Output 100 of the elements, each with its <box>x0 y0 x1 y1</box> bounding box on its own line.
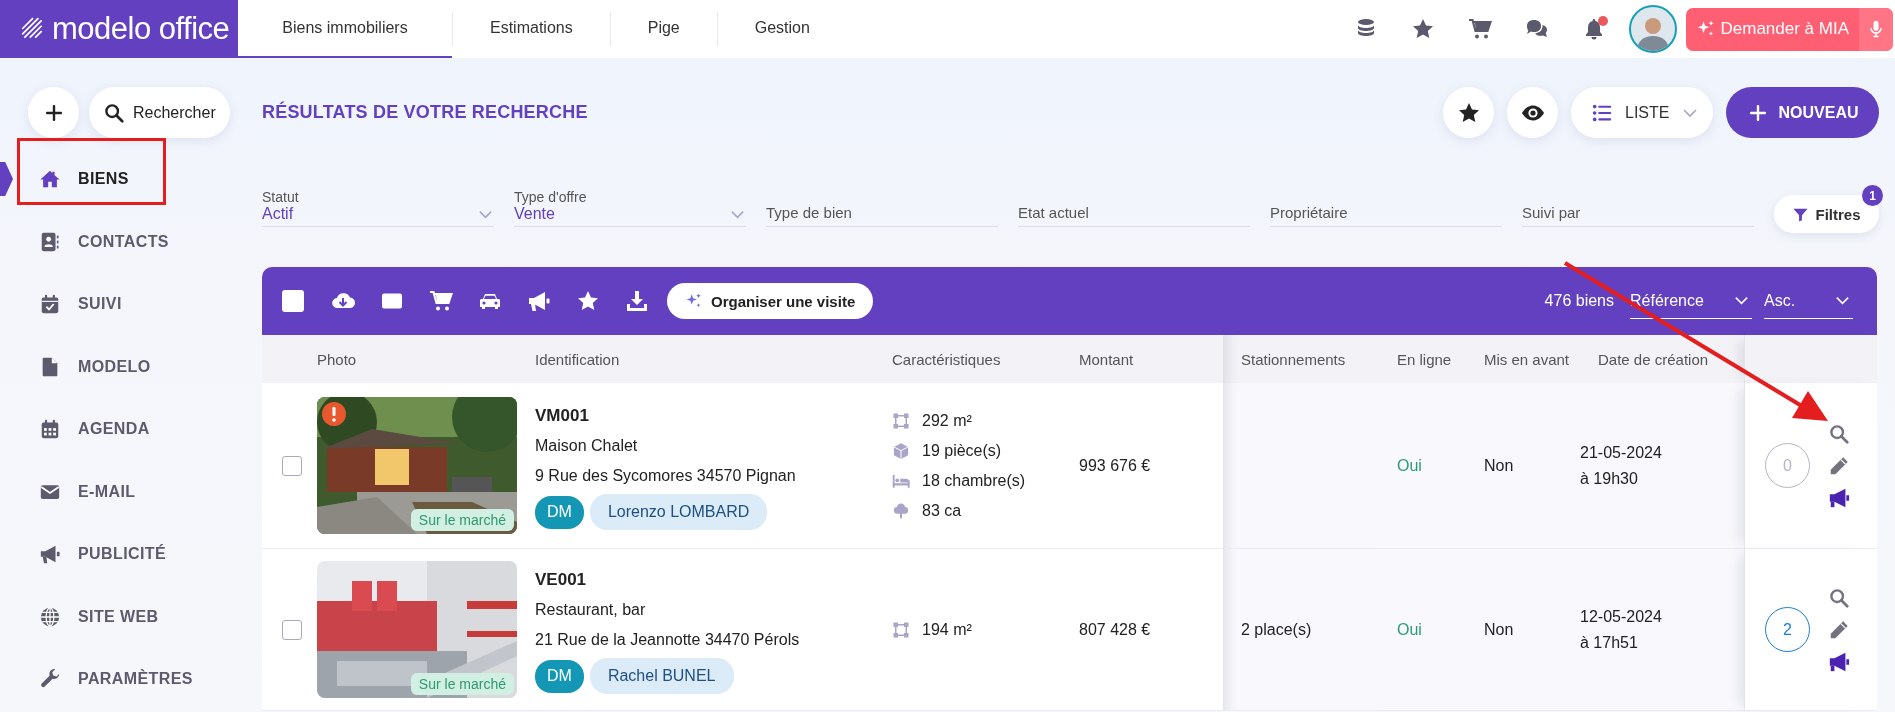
table-cell: Oui <box>1379 383 1466 549</box>
notification-dot <box>1597 16 1608 26</box>
sidebar-item[interactable]: SITE WEB <box>0 585 262 648</box>
sidebar-item[interactable]: CONTACTS <box>0 210 262 273</box>
advertise-button[interactable] <box>1828 486 1850 509</box>
property-type: Restaurant, bar <box>535 599 646 620</box>
schedule-visit-button[interactable]: Organiser une visite <box>667 283 874 319</box>
sidebar-item[interactable]: SUIVI <box>0 273 262 336</box>
creation-time: à 19h30 <box>1580 468 1638 489</box>
search-icon <box>1828 422 1850 445</box>
nav-tab[interactable]: Pige <box>610 0 717 58</box>
property-type: Maison Chalet <box>535 435 638 456</box>
contact-card-icon <box>39 230 61 253</box>
property-address: 9 Rue des Sycomores 34570 Pignan <box>535 465 796 486</box>
search-button[interactable]: Rechercher <box>89 87 230 138</box>
view-mode-dropdown[interactable]: LISTE <box>1571 87 1713 138</box>
agent-name-tag[interactable]: Rachel BUNEL <box>589 658 734 695</box>
row-checkbox[interactable] <box>282 455 302 476</box>
calendar-check-icon <box>39 293 61 316</box>
cart-icon <box>1468 17 1492 41</box>
select-all-checkbox[interactable] <box>282 290 304 312</box>
agent-initials-badge: DM <box>535 495 584 529</box>
sidebar-item[interactable]: E-MAIL <box>0 460 262 523</box>
view-button[interactable] <box>1828 422 1850 445</box>
cube-icon <box>892 441 910 460</box>
column-header: Identification <box>535 350 620 368</box>
nav-tab[interactable]: Estimations <box>453 0 610 58</box>
amount: 807 428 € <box>1079 620 1151 639</box>
user-avatar[interactable] <box>1628 5 1677 53</box>
area-icon <box>892 620 910 639</box>
filter-dropdown[interactable]: Statut Actif <box>262 183 494 227</box>
column-header: Date de création <box>1598 350 1709 368</box>
column-header: Caractéristiques <box>892 350 1001 368</box>
column-header: Mis en avant <box>1484 350 1570 368</box>
cart-icon <box>428 289 453 313</box>
status-badge: Sur le marché <box>410 509 514 531</box>
sidebar-item[interactable]: BIENS <box>0 148 262 211</box>
column-header: Photo <box>317 350 357 368</box>
property-address: 21 Rue de la Jeannotte 34470 Pérols <box>535 629 800 650</box>
feature-text: 292 m² <box>922 411 972 430</box>
calendar-icon <box>39 418 61 441</box>
page-title: RÉSULTATS DE VOTRE RECHERCHE <box>262 102 588 123</box>
megaphone-icon <box>1828 650 1850 673</box>
star-icon <box>1411 17 1435 41</box>
creation-date: 12-05-2024 <box>1580 606 1662 627</box>
megaphone-icon <box>39 543 61 566</box>
sort-order-dropdown[interactable]: Asc. <box>1764 283 1853 319</box>
filter-field[interactable]: Propriétaire <box>1270 183 1502 227</box>
row-checkbox[interactable] <box>282 619 302 640</box>
amount: 993 676 € <box>1079 456 1151 475</box>
creation-time: à 17h51 <box>1580 632 1638 653</box>
filter-field[interactable]: Etat actuel <box>1018 183 1250 227</box>
search-icon <box>1828 586 1850 609</box>
filter-field[interactable]: Suivi par <box>1522 183 1754 227</box>
filter-dropdown[interactable]: Type d'offre Vente <box>514 183 746 227</box>
search-icon <box>103 101 125 124</box>
table-cell: Non <box>1466 383 1580 549</box>
sparkle-icon <box>685 292 703 310</box>
sidebar-item[interactable]: PARAMÈTRES <box>0 648 262 711</box>
feature-text: 19 pièce(s) <box>922 441 1002 460</box>
creation-date: 21-05-2024 <box>1580 442 1662 463</box>
add-button[interactable] <box>28 87 79 138</box>
table-cell: Oui <box>1379 549 1466 711</box>
view-button[interactable] <box>1828 586 1850 609</box>
new-button[interactable]: NOUVEAU <box>1726 87 1879 138</box>
property-reference: VE001 <box>535 568 587 591</box>
logo-text: modelo office <box>52 11 230 47</box>
download-icon <box>624 289 649 313</box>
column-header: Stationnements <box>1241 350 1346 368</box>
property-reference: VM001 <box>535 404 589 427</box>
column-header: En ligne <box>1397 350 1452 368</box>
feature-text: 83 ca <box>922 501 962 520</box>
result-count: 476 biens <box>1544 292 1614 310</box>
tree-icon <box>892 501 910 520</box>
preview-button[interactable] <box>1507 87 1558 138</box>
advertise-button[interactable] <box>1828 650 1850 673</box>
alert-icon <box>322 402 346 426</box>
sidebar-item[interactable]: PUBLICITÉ <box>0 523 262 586</box>
feature-text: 194 m² <box>922 620 972 639</box>
agent-name-tag[interactable]: Lorenzo LOMBARD <box>589 494 768 531</box>
nav-tab[interactable]: Biens immobiliers <box>238 0 452 58</box>
sidebar-item[interactable]: AGENDA <box>0 398 262 461</box>
feature-text: 18 chambre(s) <box>922 471 1026 490</box>
area-icon <box>892 411 910 430</box>
filter-field[interactable]: Type de bien <box>766 183 998 227</box>
megaphone-icon <box>526 289 551 313</box>
agent-initials-badge: DM <box>535 659 584 693</box>
sort-field-dropdown[interactable]: Référence <box>1630 283 1752 319</box>
active-indicator <box>0 162 13 196</box>
globe-icon <box>39 605 61 628</box>
star-icon <box>575 289 600 313</box>
column-header: Montant <box>1079 350 1134 368</box>
status-badge: Sur le marché <box>410 673 514 695</box>
logo-banner[interactable]: modelo office <box>0 0 238 58</box>
favorites-button[interactable] <box>1443 87 1494 138</box>
table-cell: Non <box>1466 549 1580 711</box>
megaphone-icon <box>1828 486 1850 509</box>
sidebar-item[interactable]: MODELO <box>0 335 262 398</box>
nav-tab[interactable]: Gestion <box>717 0 847 58</box>
count-badge: 1 <box>1862 185 1883 206</box>
